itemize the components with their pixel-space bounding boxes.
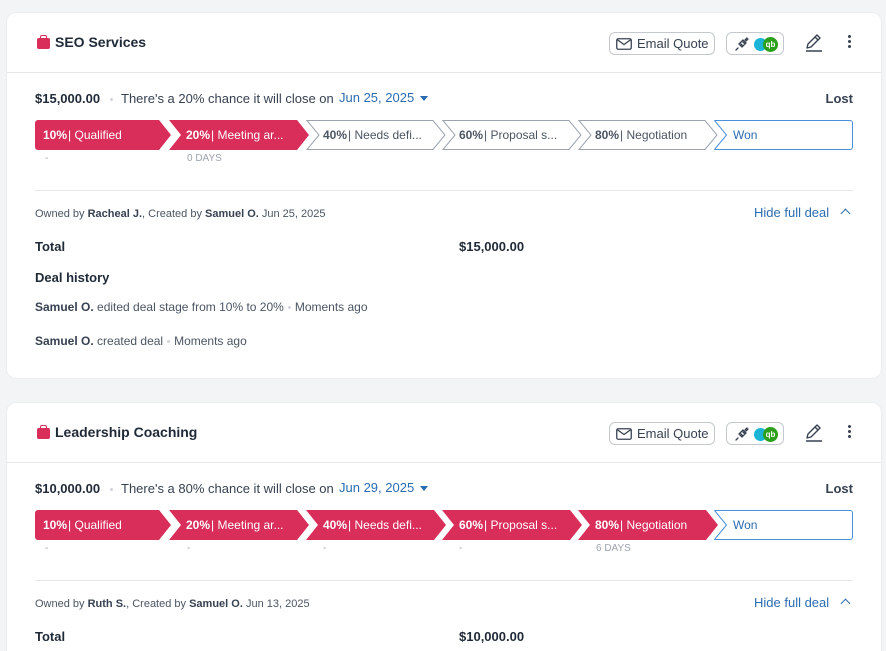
stage-60[interactable]: 60% | Proposal s...: [442, 510, 582, 540]
total-label: Total: [35, 629, 66, 644]
close-date-link[interactable]: Jun 29, 2025: [339, 480, 414, 495]
close-chance-text: There's a 80% chance it will close on: [121, 481, 334, 496]
separator-dot: [110, 488, 113, 491]
briefcase-icon: [37, 425, 50, 439]
stage-10[interactable]: 10% | Qualified: [35, 510, 171, 540]
chevron-up-icon[interactable]: [840, 208, 851, 219]
deal-history-title: Deal history: [35, 270, 110, 285]
deal-title: Leadership Coaching: [55, 424, 198, 440]
stage-40[interactable]: 40% | Needs defi...: [306, 510, 446, 540]
deal-header: SEO Services Email Quote qb: [7, 13, 881, 73]
envelope-icon: [616, 427, 632, 440]
history-item: Samuel O. edited deal stage from 10% to …: [35, 300, 368, 314]
stage-duration: -: [459, 543, 463, 554]
history-item: Samuel O. created deal Moments ago: [35, 334, 247, 348]
more-options-icon[interactable]: [843, 423, 855, 443]
edit-icon[interactable]: [803, 31, 825, 53]
stage-20[interactable]: 20% | Meeting ar...: [169, 120, 309, 150]
stage-duration: -: [45, 153, 49, 164]
deal-amount: $10,000.00: [35, 481, 101, 496]
plug-icon: [735, 427, 749, 441]
stage-duration: -: [187, 543, 191, 554]
hide-full-deal-link[interactable]: Hide full deal: [754, 595, 829, 610]
stage-won[interactable]: Won: [714, 510, 853, 540]
deal-status: Lost: [825, 91, 853, 106]
deal-card: Leadership Coaching Email Quote qb $10,0…: [6, 402, 882, 651]
won-notch: [714, 120, 728, 150]
won-notch: [714, 510, 728, 540]
email-quote-button[interactable]: Email Quote: [609, 422, 715, 445]
integrations-button[interactable]: qb: [726, 32, 784, 55]
email-quote-button[interactable]: Email Quote: [609, 32, 715, 55]
stage-80[interactable]: 80% | Negotiation: [578, 120, 706, 150]
total-label: Total: [35, 239, 66, 254]
stage-duration: -: [45, 543, 49, 554]
deal-ownership: Owned by Racheal J., Created by Samuel O…: [35, 208, 326, 220]
stage-40[interactable]: 40% | Needs defi...: [306, 120, 434, 150]
deal-amount: $15,000.00: [35, 91, 101, 106]
deal-title: SEO Services: [55, 34, 147, 50]
caret-down-icon[interactable]: [420, 96, 428, 101]
separator-dot: [110, 98, 113, 101]
stage-won[interactable]: Won: [714, 120, 853, 150]
quickbooks-icon: qb: [763, 37, 778, 52]
deal-card: SEO Services Email Quote qb $15,000.00 T…: [6, 12, 882, 379]
close-chance-text: There's a 20% chance it will close on: [121, 91, 334, 106]
briefcase-icon: [37, 35, 50, 49]
total-value: $15,000.00: [459, 239, 525, 254]
quickbooks-icon: qb: [763, 427, 778, 442]
more-options-icon[interactable]: [843, 33, 855, 53]
envelope-icon: [616, 37, 632, 50]
deal-status: Lost: [825, 481, 853, 496]
stage-60[interactable]: 60% | Proposal s...: [442, 120, 570, 150]
deal-ownership: Owned by Ruth S., Created by Samuel O. J…: [35, 598, 310, 610]
stage-20[interactable]: 20% | Meeting ar...: [169, 510, 309, 540]
total-value: $10,000.00: [459, 629, 525, 644]
edit-icon[interactable]: [803, 421, 825, 443]
stage-duration: -: [323, 543, 327, 554]
divider: [35, 580, 853, 581]
email-quote-label: Email Quote: [637, 426, 709, 441]
caret-down-icon[interactable]: [420, 486, 428, 491]
stage-duration: 0 DAYS: [187, 153, 222, 164]
integrations-button[interactable]: qb: [726, 422, 784, 445]
email-quote-label: Email Quote: [637, 36, 709, 51]
hide-full-deal-link[interactable]: Hide full deal: [754, 205, 829, 220]
chevron-up-icon[interactable]: [840, 598, 851, 609]
divider: [35, 190, 853, 191]
close-date-link[interactable]: Jun 25, 2025: [339, 90, 414, 105]
plug-icon: [735, 37, 749, 51]
stage-10[interactable]: 10% | Qualified: [35, 120, 171, 150]
deal-header: Leadership Coaching Email Quote qb: [7, 403, 881, 463]
stage-80[interactable]: 80% | Negotiation: [578, 510, 718, 540]
stage-duration: 6 DAYS: [596, 543, 631, 554]
